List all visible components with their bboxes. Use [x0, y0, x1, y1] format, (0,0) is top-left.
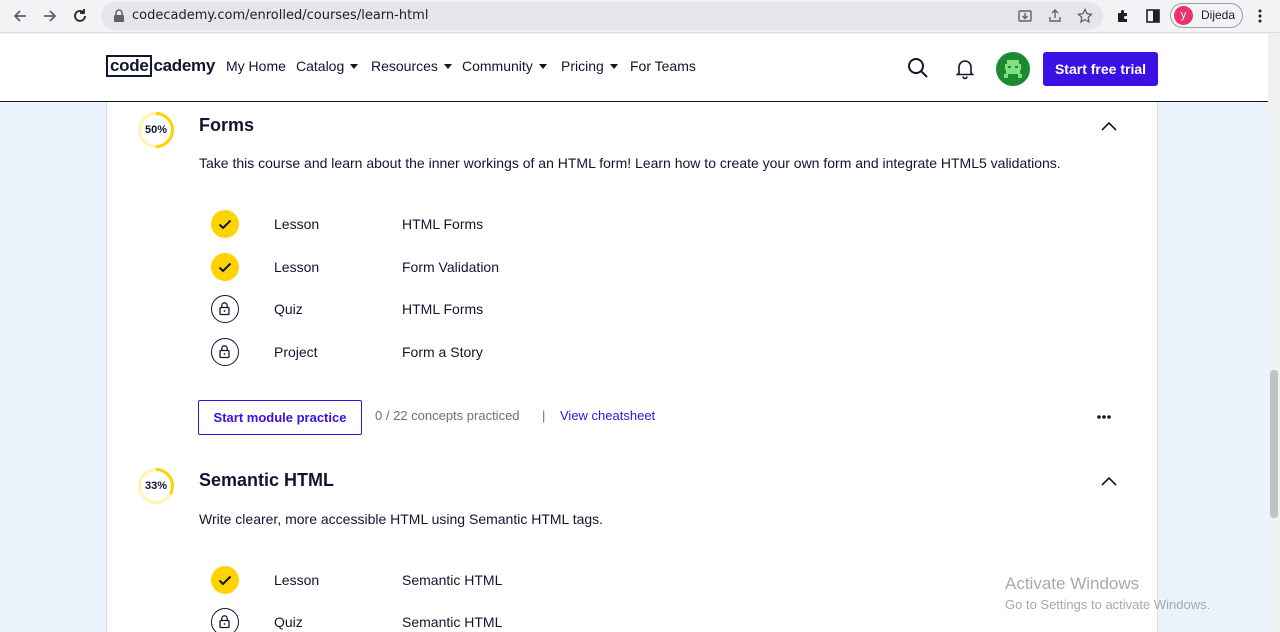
module-item-row[interactable]: Quiz HTML Forms — [107, 293, 1159, 325]
caret-down-icon — [538, 63, 547, 69]
nav-community[interactable]: Community — [462, 58, 547, 74]
user-avatar[interactable] — [996, 52, 1030, 86]
module-item-row[interactable]: Lesson Form Validation — [107, 251, 1159, 283]
item-name[interactable]: Form Validation — [402, 259, 499, 275]
item-type: Quiz — [274, 614, 303, 630]
padlock-icon — [211, 295, 239, 323]
kebab-menu-icon[interactable] — [1252, 8, 1268, 24]
chevron-up-icon[interactable] — [1101, 476, 1117, 486]
extensions-puzzle-icon[interactable] — [1115, 8, 1131, 24]
module-description: Take this course and learn about the inn… — [199, 155, 1061, 171]
caret-down-icon — [443, 63, 452, 69]
checkmark-icon — [211, 566, 239, 594]
address-bar[interactable]: codecademy.com/enrolled/courses/learn-ht… — [101, 2, 1103, 30]
module-item-row[interactable]: Lesson Semantic HTML — [107, 564, 1159, 596]
view-cheatsheet-link[interactable]: View cheatsheet — [560, 408, 655, 423]
separator: | — [542, 408, 546, 423]
nav-catalog-label: Catalog — [296, 58, 345, 74]
nav-my-home[interactable]: My Home — [226, 58, 286, 74]
bell-icon[interactable] — [953, 56, 977, 80]
logo-rest-text: cademy — [153, 56, 216, 75]
checkmark-icon — [211, 210, 239, 238]
nav-my-home-label: My Home — [226, 58, 286, 74]
item-type: Quiz — [274, 301, 303, 317]
item-name[interactable]: HTML Forms — [402, 216, 483, 232]
lock-icon — [114, 9, 124, 22]
install-icon[interactable] — [1017, 8, 1033, 24]
padlock-icon — [211, 608, 239, 632]
site-header: code cademy My Home Catalog Resources Com… — [0, 34, 1268, 102]
search-icon[interactable] — [906, 56, 930, 80]
more-options-icon[interactable] — [1097, 415, 1111, 419]
item-type: Lesson — [274, 259, 320, 275]
module-item-row[interactable]: Lesson HTML Forms — [107, 208, 1159, 240]
module-title: Forms — [199, 115, 255, 135]
url-text[interactable]: codecademy.com/enrolled/courses/learn-ht… — [132, 8, 428, 23]
nav-for-teams-label: For Teams — [630, 58, 696, 74]
padlock-icon — [211, 338, 239, 366]
scrollbar-thumb[interactable] — [1270, 370, 1278, 518]
profile-chip[interactable]: y Dijeda — [1170, 3, 1243, 28]
item-name[interactable]: HTML Forms — [402, 301, 483, 317]
item-name[interactable]: Semantic HTML — [402, 572, 502, 588]
nav-pricing[interactable]: Pricing — [561, 58, 618, 74]
page-scrollbar[interactable] — [1268, 34, 1280, 632]
nav-catalog[interactable]: Catalog — [296, 58, 359, 74]
course-syllabus-card: 50% Forms Take this course and learn abo… — [106, 102, 1158, 632]
module-progress-percent: 50% — [144, 124, 168, 136]
module-item-row[interactable]: Project Form a Story — [107, 336, 1159, 368]
item-type: Lesson — [274, 572, 320, 588]
back-arrow-icon[interactable] — [9, 5, 31, 27]
module-progress-percent: 33% — [144, 480, 168, 492]
item-name[interactable]: Semantic HTML — [402, 614, 502, 630]
share-icon[interactable] — [1047, 8, 1063, 24]
codecademy-logo[interactable]: code cademy — [106, 55, 215, 77]
bookmark-star-icon[interactable] — [1077, 7, 1093, 24]
browser-toolbar: codecademy.com/enrolled/courses/learn-ht… — [0, 0, 1280, 33]
module-description: Write clearer, more accessible HTML usin… — [199, 511, 604, 527]
module-item-row[interactable]: Quiz Semantic HTML — [107, 606, 1159, 632]
module-title: Semantic HTML — [199, 470, 335, 490]
caret-down-icon — [609, 63, 618, 69]
item-name[interactable]: Form a Story — [402, 344, 483, 360]
start-free-trial-button[interactable]: Start free trial — [1043, 52, 1158, 86]
nav-resources[interactable]: Resources — [371, 58, 452, 74]
forward-arrow-icon[interactable] — [39, 5, 61, 27]
profile-name: Dijeda — [1201, 8, 1236, 22]
logo-box-text: code — [106, 55, 153, 77]
checkmark-icon — [211, 253, 239, 281]
side-panel-icon[interactable] — [1145, 8, 1161, 24]
nav-for-teams[interactable]: For Teams — [630, 58, 696, 74]
chevron-up-icon[interactable] — [1101, 121, 1117, 131]
nav-pricing-label: Pricing — [561, 58, 604, 74]
nav-resources-label: Resources — [371, 58, 438, 74]
activate-windows-watermark: Activate Windows — [1005, 574, 1140, 593]
item-type: Project — [274, 344, 318, 360]
caret-down-icon — [350, 63, 359, 69]
module-progress-ring: 50% — [137, 111, 175, 149]
module-progress-ring: 33% — [137, 467, 175, 505]
concepts-practiced-count: 0 / 22 concepts practiced — [375, 408, 520, 423]
nav-community-label: Community — [462, 58, 533, 74]
activate-windows-subtitle: Go to Settings to activate Windows. — [1005, 597, 1211, 612]
item-type: Lesson — [274, 216, 320, 232]
start-module-practice-button[interactable]: Start module practice — [198, 400, 362, 435]
profile-avatar: y — [1174, 6, 1193, 25]
reload-icon[interactable] — [69, 5, 91, 27]
